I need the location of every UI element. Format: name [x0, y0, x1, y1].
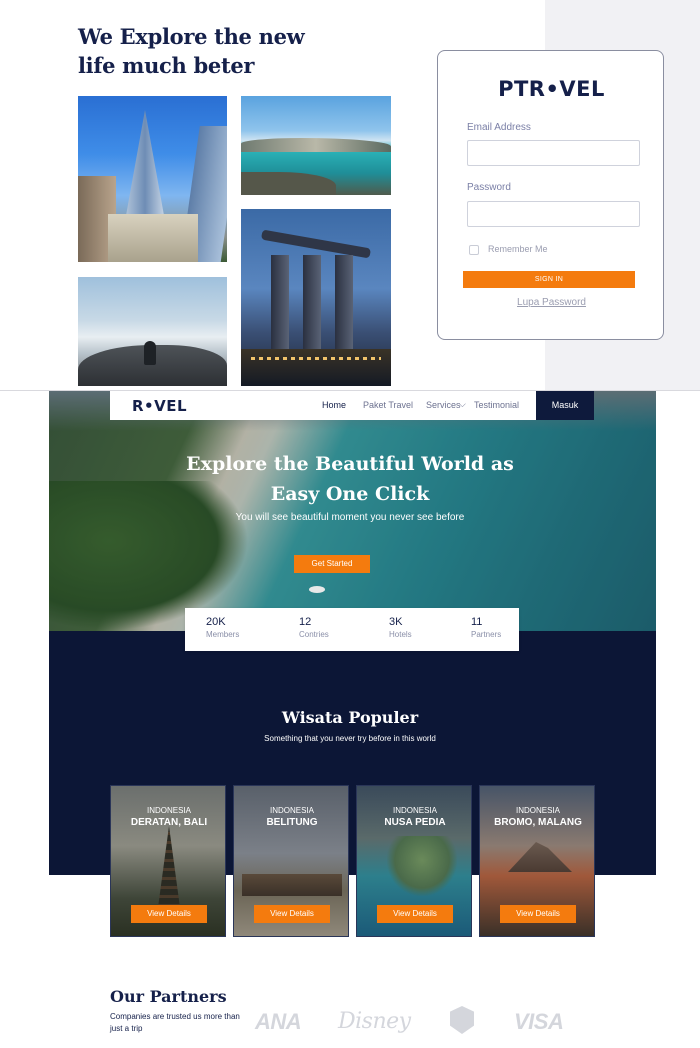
chevron-down-icon[interactable]: ⌵ [459, 399, 466, 410]
view-details-button[interactable]: View Details [254, 905, 330, 923]
disney-logo: Disney [338, 1009, 411, 1034]
login-headline: We Explore the new life much beter [78, 24, 305, 78]
stat-hotels: 3K Hotels [389, 616, 412, 639]
login-section: We Explore the new life much beter PTR•V… [0, 0, 700, 390]
stat-label: Members [206, 630, 240, 639]
remember-me-label[interactable]: Remember Me [488, 244, 548, 254]
tower-photo [78, 96, 227, 262]
destination-name: BROMO, MALANG [494, 817, 582, 828]
partners-subtitle: Companies are trusted us more than just … [110, 1012, 240, 1033]
view-details-button[interactable]: View Details [500, 905, 576, 923]
nav-testimonial-link[interactable]: Testimonial [474, 400, 519, 410]
hut-image [242, 874, 342, 896]
hero-title: Explore the Beautiful World as Easy One … [186, 453, 514, 505]
stat-members: 20K Members [206, 616, 239, 639]
hero-subtitle: You will see beautiful moment you never … [235, 512, 465, 523]
password-field[interactable] [467, 201, 640, 227]
sign-in-button[interactable]: SIGN IN [463, 271, 635, 288]
beach-photo [241, 96, 391, 195]
destination-name: BELITUNG [266, 817, 318, 828]
destination-name: NUSA PEDIA [384, 817, 446, 828]
destination-card[interactable]: INDONESIA BELITUNG View Details [233, 785, 349, 937]
landing-page: R•VEL Home Paket Travel Services ⌵ Testi… [0, 390, 700, 1048]
destination-country: INDONESIA [392, 806, 437, 815]
stat-label: Partners [471, 630, 502, 639]
nav-home-link[interactable]: Home [322, 400, 346, 410]
stats-bar: 20K Members 12 Contries 3K Hotels 11 Par… [185, 608, 519, 651]
stat-value: 3K [389, 616, 403, 628]
stat-label: Hotels [389, 630, 412, 639]
ana-logo: ANA [255, 1009, 302, 1034]
masuk-button[interactable]: Masuk [536, 391, 594, 420]
destination-card[interactable]: INDONESIA DERATAN, BALI View Details [110, 785, 226, 937]
visa-logo: VISA [514, 1009, 564, 1034]
destination-name: DERATAN, BALI [130, 817, 208, 828]
password-label: Password [467, 182, 511, 193]
login-card: PTR•VEL Email Address Password Remember … [437, 50, 664, 340]
stat-value: 12 [299, 616, 312, 628]
stat-label: Contries [299, 630, 329, 639]
nav-logo[interactable]: R•VEL [132, 397, 187, 415]
destination-country: INDONESIA [146, 806, 191, 815]
stat-partners: 11 Partners [471, 616, 501, 639]
login-logo: PTR•VEL [498, 77, 605, 101]
partners-title: Our Partners [110, 987, 227, 1006]
get-started-button[interactable]: Get Started [294, 555, 370, 573]
volcano-image [508, 842, 572, 872]
destination-card[interactable]: INDONESIA BROMO, MALANG View Details [479, 785, 595, 937]
stat-value: 11 [471, 616, 483, 628]
email-field[interactable] [467, 140, 640, 166]
marina-bay-photo [241, 209, 391, 386]
shield-logo-icon [450, 1006, 474, 1034]
pagoda-image [158, 826, 180, 906]
popular-title: Wisata Populer [281, 708, 419, 727]
email-label: Email Address [467, 122, 531, 133]
popular-subtitle: Something that you never try before in t… [264, 734, 436, 743]
stat-countries: 12 Contries [299, 616, 329, 639]
destination-country: INDONESIA [515, 806, 560, 815]
seaside-person-photo [78, 277, 227, 386]
nav-services-link[interactable]: Services [426, 400, 461, 410]
navbar: R•VEL Home Paket Travel Services ⌵ Testi… [110, 391, 594, 420]
destination-country: INDONESIA [269, 806, 314, 815]
destination-card[interactable]: INDONESIA NUSA PEDIA View Details [356, 785, 472, 937]
stat-value: 20K [206, 616, 226, 628]
view-details-button[interactable]: View Details [377, 905, 453, 923]
forgot-password-link[interactable]: Lupa Password [438, 297, 665, 308]
cliff-image [387, 836, 457, 896]
nav-paket-travel-link[interactable]: Paket Travel [363, 400, 413, 410]
remember-me-checkbox[interactable] [469, 245, 479, 255]
view-details-button[interactable]: View Details [131, 905, 207, 923]
